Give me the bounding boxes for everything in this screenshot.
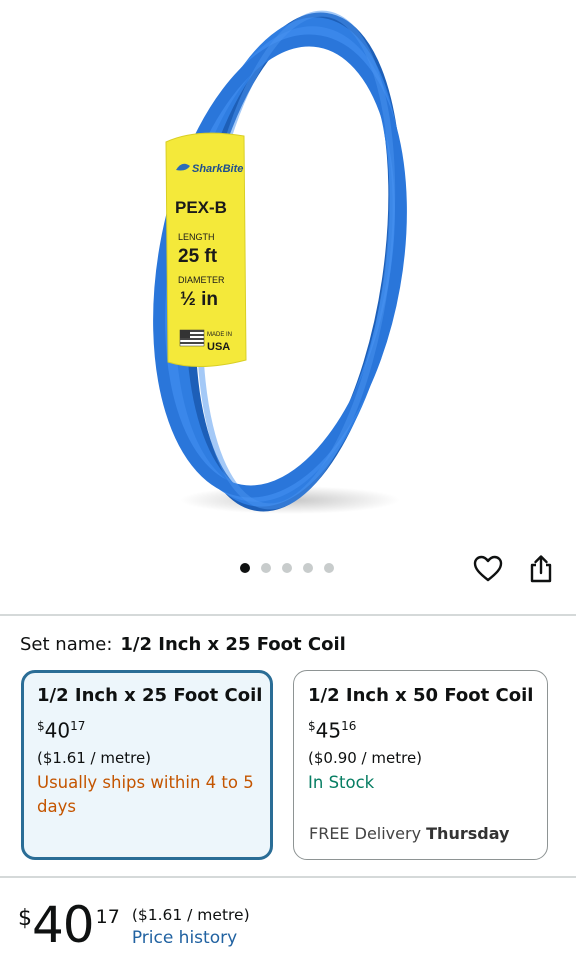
- price-currency: $: [37, 719, 45, 733]
- variant-option-50ft[interactable]: 1/2 Inch x 50 Foot Coil $4516 ($0.90 / m…: [293, 670, 548, 860]
- price-history-link[interactable]: Price history: [132, 928, 250, 948]
- label-diameter-title: DIAMETER: [178, 275, 225, 285]
- price-cents: 16: [341, 719, 357, 733]
- price-currency: $: [308, 719, 316, 733]
- carousel-dot[interactable]: [324, 563, 334, 573]
- image-carousel-indicator[interactable]: [240, 563, 334, 573]
- variant-title: 1/2 Inch x 50 Foot Coil: [308, 685, 534, 706]
- share-icon: [530, 555, 552, 583]
- label-product-line: PEX-B: [175, 198, 227, 217]
- heart-icon: [473, 555, 503, 582]
- price-currency: $: [18, 906, 32, 931]
- variant-price: $4017: [37, 714, 257, 743]
- carousel-dot[interactable]: [261, 563, 271, 573]
- product-image-gallery[interactable]: SharkBite PEX-B LENGTH 25 ft DIAMETER ½ …: [0, 0, 576, 545]
- carousel-dot[interactable]: [240, 563, 250, 573]
- price-details: ($1.61 / metre) Price history: [132, 906, 250, 948]
- label-country: USA: [207, 341, 230, 353]
- set-name-label: Set name:: [20, 634, 113, 655]
- variant-unit-price: ($0.90 / metre): [308, 748, 423, 767]
- variant-availability: In Stock: [308, 772, 375, 792]
- label-diameter-value: ½ in: [180, 289, 218, 310]
- label-length-title: LENGTH: [178, 232, 215, 242]
- price-whole: 45: [315, 718, 342, 743]
- price-cents: 17: [95, 906, 120, 928]
- carousel-dot[interactable]: [303, 563, 313, 573]
- buybox-price: $ 40 17 ($1.61 / metre) Price history: [18, 898, 250, 952]
- delivery-day: Thursday: [426, 824, 510, 843]
- price-whole: 40: [44, 718, 71, 743]
- variant-title: 1/2 Inch x 25 Foot Coil: [37, 685, 263, 706]
- delivery-prefix: FREE Delivery: [309, 824, 422, 843]
- section-divider: [0, 876, 576, 878]
- share-button[interactable]: [525, 553, 557, 585]
- set-name-value: 1/2 Inch x 25 Foot Coil: [120, 634, 346, 655]
- variant-selector-heading: Set name: 1/2 Inch x 25 Foot Coil: [20, 634, 346, 655]
- brand-logo-text: SharkBite: [192, 163, 243, 175]
- unit-price: ($1.61 / metre): [131, 906, 250, 924]
- carousel-dot[interactable]: [282, 563, 292, 573]
- wishlist-button[interactable]: [472, 553, 504, 585]
- variant-price: $4516: [308, 714, 533, 743]
- section-divider: [0, 614, 576, 616]
- variant-delivery: FREE Delivery Thursday: [309, 824, 509, 843]
- price-whole: 40: [32, 896, 95, 954]
- variant-availability: Usually ships within 4 to 5 days: [37, 772, 254, 816]
- product-image: SharkBite PEX-B LENGTH 25 ft DIAMETER ½ …: [153, 10, 407, 514]
- price-cents: 17: [70, 719, 86, 733]
- us-flag-icon: [179, 329, 205, 347]
- variant-option-25ft[interactable]: 1/2 Inch x 25 Foot Coil $4017 ($1.61 / m…: [21, 670, 273, 860]
- variant-unit-price: ($1.61 / metre): [37, 748, 152, 767]
- label-length-value: 25 ft: [178, 246, 218, 267]
- label-made-in: MADE IN: [207, 332, 232, 338]
